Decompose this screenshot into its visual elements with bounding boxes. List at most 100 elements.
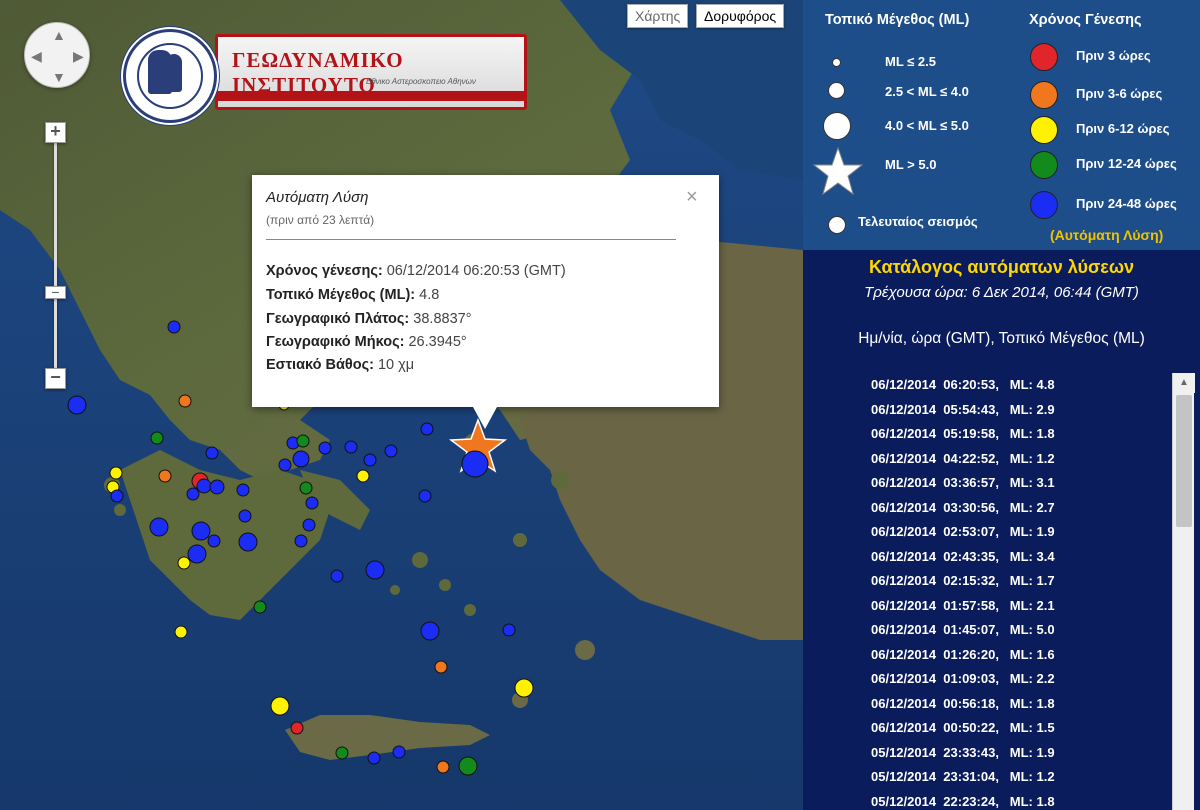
quake-marker[interactable] bbox=[335, 746, 349, 760]
quake-marker[interactable] bbox=[238, 532, 258, 552]
catalog-row[interactable]: 06/12/2014 00:56:18, ML: 1.8 bbox=[841, 696, 1171, 721]
quake-marker[interactable] bbox=[205, 446, 219, 460]
catalog-row[interactable]: 06/12/2014 00:50:22, ML: 1.5 bbox=[841, 720, 1171, 745]
quake-marker[interactable] bbox=[209, 479, 225, 495]
catalog-row[interactable]: 06/12/2014 02:15:32, ML: 1.7 bbox=[841, 573, 1171, 598]
quake-marker[interactable] bbox=[187, 544, 207, 564]
close-icon[interactable]: × bbox=[686, 187, 698, 207]
quake-marker[interactable] bbox=[236, 483, 250, 497]
quake-marker[interactable] bbox=[110, 489, 124, 503]
quake-marker[interactable] bbox=[207, 534, 221, 548]
catalog-row[interactable]: 05/12/2014 22:23:24, ML: 1.8 bbox=[841, 794, 1171, 810]
scrollbar-thumb[interactable] bbox=[1176, 395, 1192, 527]
quake-marker[interactable] bbox=[296, 434, 310, 448]
quake-marker[interactable] bbox=[305, 496, 319, 510]
quake-marker[interactable] bbox=[158, 469, 172, 483]
quake-marker[interactable] bbox=[330, 569, 344, 583]
info-window-title: Αυτόματη Λύση bbox=[266, 189, 369, 206]
earthquake-map[interactable]: Χάρτης Δορυφόρος ▲ ▼ ◀ ▶ + − − ΓΕΩΔΥΝΑΜΙ… bbox=[0, 0, 803, 810]
info-window-divider bbox=[266, 239, 676, 240]
legend-time-label: Πριν 3 ώρες bbox=[1076, 48, 1151, 63]
legend-color-green-icon bbox=[1030, 151, 1058, 179]
quake-marker[interactable] bbox=[178, 394, 192, 408]
quake-marker[interactable] bbox=[418, 489, 432, 503]
quake-info-window[interactable]: Αυτόματη Λύση (πριν από 23 λεπτά) × Χρόν… bbox=[252, 175, 719, 429]
legend-star-icon bbox=[812, 146, 864, 196]
catalog-row[interactable]: 06/12/2014 06:20:53, ML: 4.8 bbox=[841, 377, 1171, 402]
quake-marker[interactable] bbox=[318, 441, 332, 455]
legend-time-label: Πριν 3-6 ώρες bbox=[1076, 86, 1163, 101]
catalog-row[interactable]: 06/12/2014 03:30:56, ML: 2.7 bbox=[841, 500, 1171, 525]
legend-time-label: Πριν 6-12 ώρες bbox=[1076, 121, 1170, 136]
legend-color-red-icon bbox=[1030, 43, 1058, 71]
catalog-row[interactable]: 06/12/2014 05:54:43, ML: 2.9 bbox=[841, 402, 1171, 427]
catalog-row[interactable]: 06/12/2014 01:57:58, ML: 2.1 bbox=[841, 598, 1171, 623]
quake-marker-large[interactable] bbox=[461, 450, 489, 478]
quake-marker[interactable] bbox=[420, 621, 440, 641]
legend: Τοπικό Μέγεθος (ML) Χρόνος Γένεσης ML ≤ … bbox=[803, 0, 1200, 250]
quake-marker[interactable] bbox=[196, 478, 212, 494]
quake-marker[interactable] bbox=[384, 444, 398, 458]
quake-marker[interactable] bbox=[367, 751, 381, 765]
quake-marker[interactable] bbox=[420, 422, 434, 436]
quake-marker[interactable] bbox=[392, 745, 406, 759]
catalog-row[interactable]: 05/12/2014 23:33:43, ML: 1.9 bbox=[841, 745, 1171, 770]
quake-marker[interactable] bbox=[502, 623, 516, 637]
quake-marker[interactable] bbox=[363, 453, 377, 467]
catalog-row[interactable]: 06/12/2014 05:19:58, ML: 1.8 bbox=[841, 426, 1171, 451]
legend-color-orange-icon bbox=[1030, 81, 1058, 109]
legend-size-small-icon bbox=[832, 58, 841, 67]
quake-marker[interactable] bbox=[238, 509, 252, 523]
quake-marker[interactable] bbox=[174, 625, 188, 639]
legend-time-label: Πριν 12-24 ώρες bbox=[1076, 156, 1177, 171]
catalog-row[interactable]: 05/12/2014 23:31:04, ML: 1.2 bbox=[841, 769, 1171, 794]
catalog-row[interactable]: 06/12/2014 01:45:07, ML: 5.0 bbox=[841, 622, 1171, 647]
quake-marker[interactable] bbox=[67, 395, 87, 415]
quake-marker[interactable] bbox=[344, 440, 358, 454]
quake-marker[interactable] bbox=[292, 450, 310, 468]
quake-marker[interactable] bbox=[514, 678, 534, 698]
info-row-longitude: Γεωγραφικό Μήκος: 26.3945° bbox=[266, 334, 467, 350]
quake-marker[interactable] bbox=[109, 466, 123, 480]
catalog-row[interactable]: 06/12/2014 03:36:57, ML: 3.1 bbox=[841, 475, 1171, 500]
legend-size-header: Τοπικό Μέγεθος (ML) bbox=[825, 12, 970, 28]
quake-marker[interactable] bbox=[149, 517, 169, 537]
quake-marker[interactable] bbox=[436, 760, 450, 774]
legend-size-large-icon bbox=[823, 112, 851, 140]
legend-color-blue-icon bbox=[1030, 191, 1058, 219]
catalog-current-time: Τρέχουσα ώρα: 6 Δεκ 2014, 06:44 (GMT) bbox=[864, 284, 1139, 301]
legend-size-label: 4.0 < ML ≤ 5.0 bbox=[885, 118, 969, 133]
quake-marker[interactable] bbox=[365, 560, 385, 580]
quake-marker[interactable] bbox=[270, 696, 290, 716]
quake-marker[interactable] bbox=[299, 481, 313, 495]
info-row-origin-time: Χρόνος γένεσης: 06/12/2014 06:20:53 (GMT… bbox=[266, 263, 566, 279]
legend-size-medium-icon bbox=[828, 82, 845, 99]
quake-marker[interactable] bbox=[167, 320, 181, 334]
catalog-row[interactable]: 06/12/2014 02:43:35, ML: 3.4 bbox=[841, 549, 1171, 574]
catalog-row[interactable]: 06/12/2014 01:26:20, ML: 1.6 bbox=[841, 647, 1171, 672]
catalog-row[interactable]: 06/12/2014 04:22:52, ML: 1.2 bbox=[841, 451, 1171, 476]
quake-marker[interactable] bbox=[290, 721, 304, 735]
info-row-depth: Εστιακό Βάθος: 10 χμ bbox=[266, 357, 415, 373]
legend-latest-icon bbox=[828, 216, 846, 234]
quake-marker[interactable] bbox=[191, 521, 211, 541]
quake-marker[interactable] bbox=[294, 534, 308, 548]
quake-marker[interactable] bbox=[186, 487, 200, 501]
catalog-row[interactable]: 06/12/2014 01:09:03, ML: 2.2 bbox=[841, 671, 1171, 696]
legend-size-label: ML > 5.0 bbox=[885, 157, 937, 172]
quake-marker[interactable] bbox=[253, 600, 267, 614]
quake-marker[interactable] bbox=[177, 556, 191, 570]
info-row-magnitude: Τοπικό Μέγεθος (ML): 4.8 bbox=[266, 287, 440, 303]
legend-color-yellow-icon bbox=[1030, 116, 1058, 144]
quake-marker[interactable] bbox=[278, 458, 292, 472]
quake-marker[interactable] bbox=[458, 756, 478, 776]
catalog-row[interactable]: 06/12/2014 02:53:07, ML: 1.9 bbox=[841, 524, 1171, 549]
catalog-list[interactable]: 06/12/2014 06:20:53, ML: 4.8 06/12/2014 0… bbox=[841, 377, 1171, 810]
catalog-scrollbar[interactable]: ▲ bbox=[1172, 373, 1195, 810]
legend-time-header: Χρόνος Γένεσης bbox=[1029, 12, 1142, 28]
scroll-up-icon[interactable]: ▲ bbox=[1173, 373, 1195, 393]
quake-marker[interactable] bbox=[356, 469, 370, 483]
quake-marker[interactable] bbox=[434, 660, 448, 674]
quake-marker[interactable] bbox=[302, 518, 316, 532]
quake-marker[interactable] bbox=[150, 431, 164, 445]
